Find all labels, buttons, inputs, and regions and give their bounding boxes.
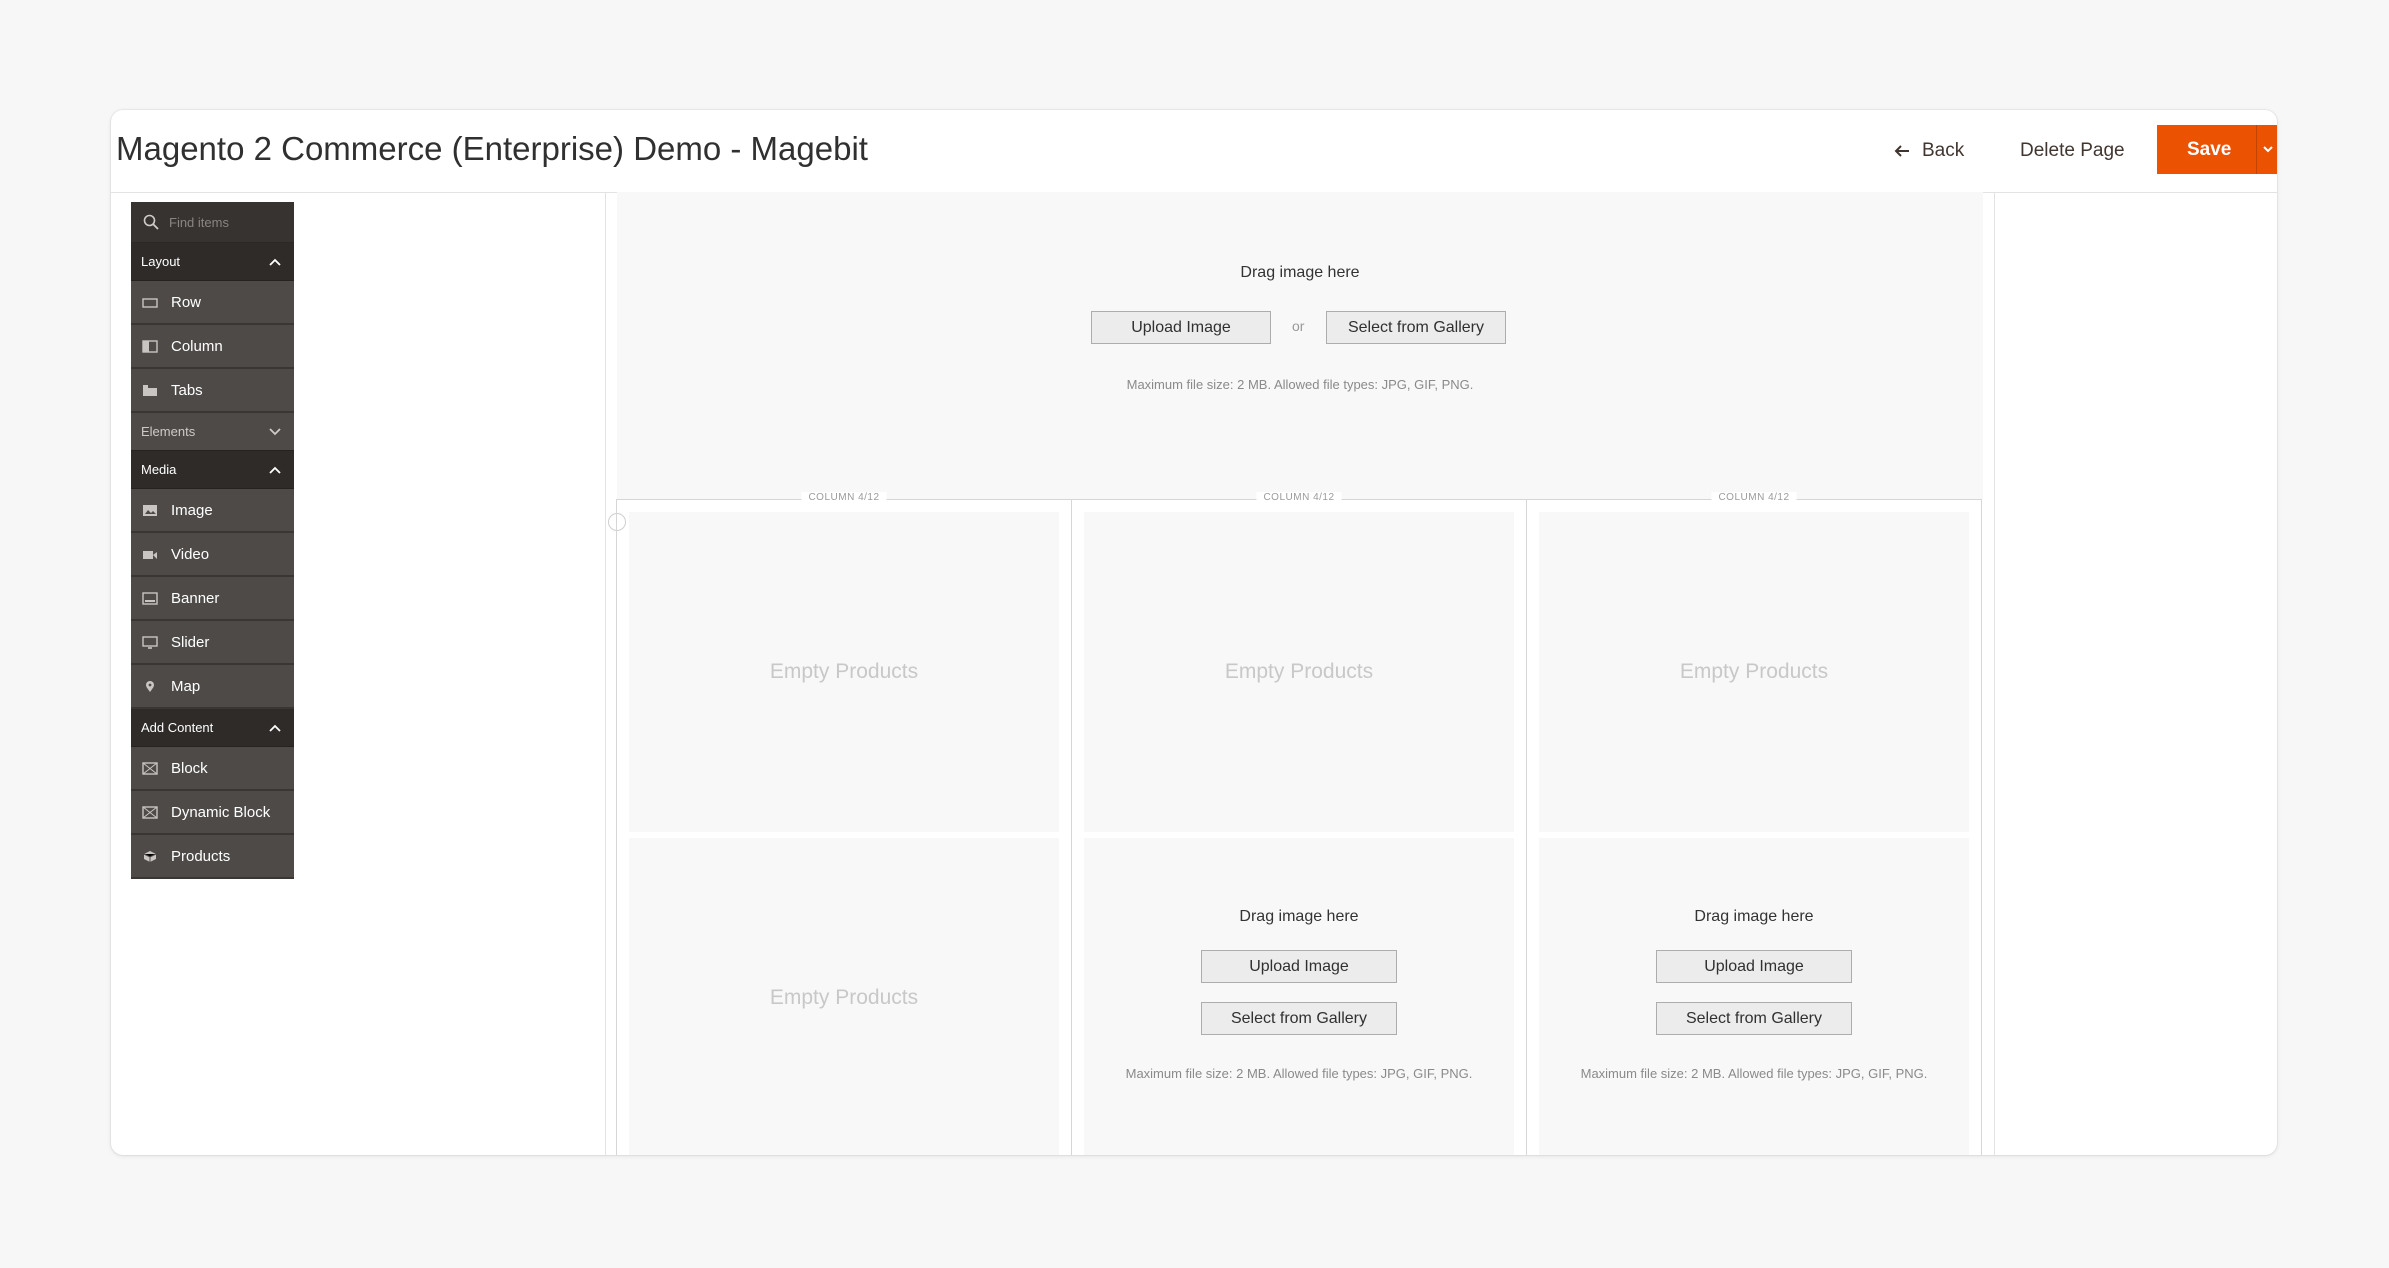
column-label: COLUMN 4/12 <box>801 492 887 503</box>
products-placeholder[interactable]: Empty Products <box>1084 512 1514 832</box>
arrow-left-icon <box>1894 145 1909 157</box>
drag-image-text: Drag image here <box>1239 908 1359 925</box>
save-button[interactable]: Save <box>2157 125 2277 174</box>
panel-item-label: Slider <box>171 633 210 651</box>
panel-item-label: Column <box>171 337 223 355</box>
back-button[interactable]: Back <box>1892 136 1964 166</box>
select-from-gallery-button[interactable]: Select from Gallery <box>1326 311 1506 344</box>
image-uploader[interactable]: Drag image here Upload Image Select from… <box>1539 838 1969 1155</box>
page-title: Magento 2 Commerce (Enterprise) Demo - M… <box>116 130 868 167</box>
section-title: Layout <box>141 254 181 269</box>
panel-item-label: Block <box>171 759 208 777</box>
panel-item-label: Tabs <box>171 381 203 399</box>
tabs-icon <box>141 383 159 397</box>
map-pin-icon <box>141 679 159 693</box>
drag-image-text: Drag image here <box>1694 908 1814 925</box>
panel-search <box>131 202 294 243</box>
panel-item-banner[interactable]: Banner <box>131 577 294 621</box>
image-uploader[interactable]: Drag image here Upload Image Select from… <box>1084 838 1514 1155</box>
section-elements-header[interactable]: Elements <box>131 413 294 451</box>
save-label: Save <box>2187 138 2232 160</box>
section-layout-header[interactable]: Layout <box>131 243 294 281</box>
panel-item-map[interactable]: Map <box>131 665 294 709</box>
stage-border-right <box>1994 192 1995 1155</box>
empty-products-text: Empty Products <box>769 660 919 683</box>
drag-image-text: Drag image here <box>1240 264 1360 281</box>
column-label: COLUMN 4/12 <box>1256 492 1342 503</box>
column-label: COLUMN 4/12 <box>1711 492 1797 503</box>
row-icon <box>141 295 159 309</box>
section-title: Media <box>141 462 177 477</box>
select-from-gallery-button[interactable]: Select from Gallery <box>1201 1002 1397 1035</box>
panel-item-label: Map <box>171 677 201 695</box>
panel-item-label: Row <box>171 293 202 311</box>
chevron-up-icon <box>269 258 281 266</box>
dynamic-block-icon <box>141 805 159 819</box>
panel-item-label: Video <box>171 545 210 563</box>
search-icon <box>143 214 159 230</box>
section-title: Elements <box>141 424 196 439</box>
file-size-hint: Maximum file size: 2 MB. Allowed file ty… <box>1580 1066 1928 1081</box>
banner-icon <box>141 591 159 605</box>
slider-icon <box>141 635 159 649</box>
panel-item-slider[interactable]: Slider <box>131 621 294 665</box>
chevron-up-icon <box>269 724 281 732</box>
delete-page-button[interactable]: Delete Page <box>2020 140 2125 162</box>
panel-item-label: Products <box>171 847 231 865</box>
panel-item-products[interactable]: Products <box>131 835 294 879</box>
panel-item-dynamic-block[interactable]: Dynamic Block <box>131 791 294 835</box>
panel-item-label: Banner <box>171 589 220 607</box>
panel-item-label: Image <box>171 501 213 519</box>
file-size-hint: Maximum file size: 2 MB. Allowed file ty… <box>1125 1066 1473 1081</box>
upload-image-button[interactable]: Upload Image <box>1656 950 1852 983</box>
elements-panel: Layout Row Column Tabs Elements Media Im… <box>131 202 294 879</box>
panel-item-row[interactable]: Row <box>131 281 294 325</box>
products-placeholder[interactable]: Empty Products <box>629 512 1059 832</box>
section-title: Add Content <box>141 720 214 735</box>
panel-item-video[interactable]: Video <box>131 533 294 577</box>
stage-border-left <box>605 192 606 1155</box>
panel-item-tabs[interactable]: Tabs <box>131 369 294 413</box>
column-icon <box>141 339 159 353</box>
search-input[interactable] <box>167 213 281 231</box>
page-header: Magento 2 Commerce (Enterprise) Demo - M… <box>111 110 2277 193</box>
select-from-gallery-button[interactable]: Select from Gallery <box>1656 1002 1852 1035</box>
products-placeholder[interactable]: Empty Products <box>629 838 1059 1155</box>
chevron-down-icon <box>2263 146 2273 153</box>
chevron-down-icon <box>269 427 281 435</box>
column-1[interactable]: COLUMN 4/12 Empty Products Empty Product… <box>616 492 1072 1155</box>
file-size-hint: Maximum file size: 2 MB. Allowed file ty… <box>1126 377 1474 392</box>
section-media-header[interactable]: Media <box>131 451 294 489</box>
empty-products-text: Empty Products <box>1224 660 1374 683</box>
chevron-up-icon <box>269 466 281 474</box>
panel-item-label: Dynamic Block <box>171 803 271 821</box>
image-icon <box>141 503 159 517</box>
products-placeholder[interactable]: Empty Products <box>1539 512 1969 832</box>
panel-item-image[interactable]: Image <box>131 489 294 533</box>
back-label: Back <box>1922 140 1965 161</box>
panel-item-column[interactable]: Column <box>131 325 294 369</box>
block-icon <box>141 761 159 775</box>
page-builder-window: Magento 2 Commerce (Enterprise) Demo - M… <box>111 110 2277 1155</box>
products-icon <box>141 849 159 863</box>
column-2[interactable]: COLUMN 4/12 Empty Products Drag image he… <box>1071 492 1527 1155</box>
upload-image-button[interactable]: Upload Image <box>1201 950 1397 983</box>
column-3[interactable]: COLUMN 4/12 Empty Products Drag image he… <box>1526 492 1982 1155</box>
or-text: or <box>1292 318 1305 334</box>
empty-products-text: Empty Products <box>1679 660 1829 683</box>
video-icon <box>141 547 159 561</box>
save-options-toggle[interactable] <box>2256 125 2277 174</box>
image-uploader-top[interactable]: Drag image here Upload Image or Select f… <box>617 192 1983 499</box>
upload-image-button[interactable]: Upload Image <box>1091 311 1271 344</box>
panel-item-block[interactable]: Block <box>131 747 294 791</box>
empty-products-text: Empty Products <box>769 986 919 1009</box>
section-add-content-header[interactable]: Add Content <box>131 709 294 747</box>
